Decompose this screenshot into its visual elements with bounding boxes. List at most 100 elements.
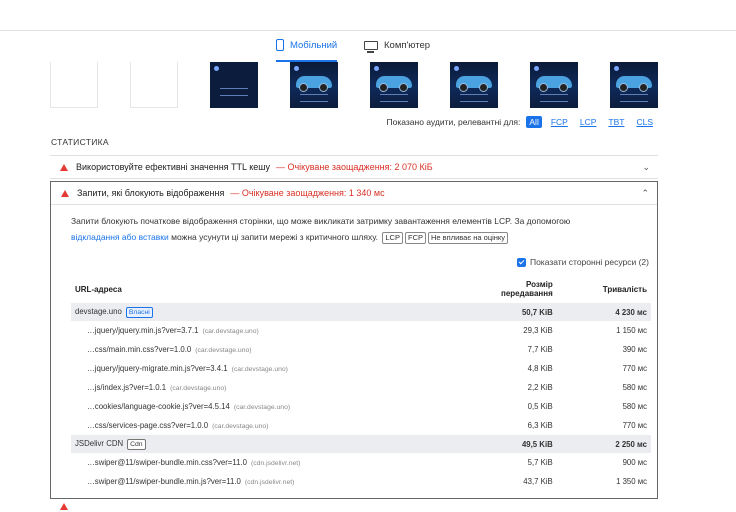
filter-fcp[interactable]: FCP	[548, 116, 571, 128]
col-duration: Тривалість	[602, 284, 647, 294]
filmstrip-frame	[450, 62, 498, 108]
group-duration: 4 230 мс	[556, 303, 651, 321]
table-row: …cookies/language-cookie.js?ver=4.5.14 (c…	[71, 397, 651, 416]
third-party-toggle[interactable]: Показати сторонні ресурси (2)	[516, 257, 649, 267]
table-row: …jquery/jquery.min.js?ver=3.7.1 (car.devs…	[71, 321, 651, 340]
tab-desktop[interactable]: Комп'ютер	[364, 30, 430, 60]
resource-duration: 770 мс	[622, 364, 647, 373]
audit-savings: — Очікуване заощадження: 2 070 КіБ	[275, 162, 433, 172]
audit-render-blocking: Запити, які блокують відображення — Очік…	[50, 181, 658, 499]
top-bar	[0, 0, 736, 31]
defer-inline-link[interactable]: відкладання або вставки	[71, 232, 169, 242]
filmstrip-frame	[210, 62, 258, 108]
resource-size: 2,2 KiB	[527, 383, 553, 392]
audit-title: Використовуйте ефективні значення TTL ке…	[76, 162, 270, 172]
warning-triangle-icon	[61, 189, 69, 197]
resource-host: (car.devstage.uno)	[231, 366, 288, 373]
resource-url[interactable]: …swiper@11/swiper-bundle.min.js?ver=11.0…	[71, 472, 449, 491]
resource-duration: 580 мс	[622, 402, 647, 411]
audit-cache-ttl[interactable]: Використовуйте ефективні значення TTL ке…	[50, 155, 658, 179]
resource-duration: 900 мс	[622, 458, 647, 467]
group-name: JSDelivr CDN Cdn	[71, 435, 449, 453]
desc-text: можна усунути ці запити мережі з критичн…	[171, 232, 379, 242]
chevron-up-icon[interactable]: ⌃	[641, 188, 649, 199]
resource-url[interactable]: …css/main.min.css?ver=1.0.0 (car.devstage…	[71, 340, 449, 359]
table-row: …swiper@11/swiper-bundle.min.js?ver=11.0…	[71, 472, 651, 491]
filter-lcp[interactable]: LCP	[577, 116, 600, 128]
resource-host: (car.devstage.uno)	[212, 423, 269, 430]
resource-url[interactable]: …cookies/language-cookie.js?ver=4.5.14 (c…	[71, 397, 449, 416]
group-size: 50,7 KiB	[449, 303, 557, 321]
resource-size: 4,8 KiB	[527, 364, 553, 373]
warning-triangle-icon	[60, 503, 68, 510]
filmstrip	[50, 62, 660, 108]
resource-duration: 580 мс	[622, 383, 647, 392]
section-title: СТАТИСТИКА	[51, 137, 109, 147]
group-name: devstage.uno Власні	[71, 303, 449, 321]
checkbox[interactable]	[516, 257, 526, 267]
resource-size: 0,5 KiB	[527, 402, 553, 411]
resource-url[interactable]: …css/services-page.css?ver=1.0.0 (car.dev…	[71, 416, 449, 435]
group-badge: Власні	[125, 306, 153, 318]
filmstrip-frame	[610, 62, 658, 108]
filter-cls[interactable]: CLS	[633, 116, 656, 128]
filmstrip-frame	[50, 62, 98, 108]
filmstrip-frame	[130, 62, 178, 108]
filmstrip-frame	[290, 62, 338, 108]
resource-size: 43,7 KiB	[523, 477, 553, 486]
filter-tbt[interactable]: TBT	[605, 116, 627, 128]
tab-mobile[interactable]: Мобільний	[276, 30, 338, 62]
resource-host: (cdn.jsdelivr.net)	[250, 460, 301, 467]
table-row: …css/main.min.css?ver=1.0.0 (car.devstage…	[71, 340, 651, 359]
resource-host: (car.devstage.uno)	[170, 385, 227, 392]
resource-url[interactable]: …js/index.js?ver=1.0.1 (car.devstage.uno)	[71, 378, 449, 397]
group-size: 49,5 KiB	[449, 435, 557, 453]
monitor-icon	[364, 40, 378, 53]
table-row: …swiper@11/swiper-bundle.min.css?ver=11.…	[71, 453, 651, 472]
phone-icon	[276, 39, 284, 51]
tab-mobile-label: Мобільний	[290, 39, 338, 51]
col-size: Розмір передавання	[501, 280, 553, 298]
device-tabs: Мобільний Комп'ютер	[0, 30, 736, 62]
table-row: …css/services-page.css?ver=1.0.0 (car.dev…	[71, 416, 651, 435]
resource-size: 29,3 KiB	[523, 326, 553, 335]
resource-size: 7,7 KiB	[527, 345, 553, 354]
tab-desktop-label: Комп'ютер	[384, 39, 431, 51]
audit-next-partial	[50, 502, 658, 512]
audit-filter: Показано аудити, релевантні для: All FCP…	[387, 116, 656, 128]
resource-host: (car.devstage.uno)	[195, 347, 252, 354]
group-badge: Cdn	[127, 438, 146, 450]
table-group-row: JSDelivr CDN Cdn 49,5 KiB 2 250 мс	[71, 435, 651, 453]
audit-header[interactable]: Запити, які блокують відображення — Очік…	[51, 182, 657, 205]
tag-fcp: FCP	[404, 232, 426, 244]
filter-all[interactable]: All	[526, 116, 542, 128]
filmstrip-frame	[370, 62, 418, 108]
filter-label: Показано аудити, релевантні для:	[386, 117, 521, 127]
table-row: …js/index.js?ver=1.0.1 (car.devstage.uno)…	[71, 378, 651, 397]
col-url: URL-адреса	[75, 284, 122, 294]
resource-duration: 1 150 мс	[616, 326, 647, 335]
resource-url[interactable]: …jquery/jquery.min.js?ver=3.7.1 (car.devs…	[71, 321, 449, 340]
resource-host: (car.devstage.uno)	[202, 328, 259, 335]
third-party-label: Показати сторонні ресурси (2)	[529, 257, 649, 267]
tag-lcp: LCP	[382, 232, 403, 244]
resource-url[interactable]: …jquery/jquery-migrate.min.js?ver=3.4.1(…	[71, 359, 449, 378]
filmstrip-frame	[530, 62, 578, 108]
audit-description: Запити блокують початкове відображення с…	[51, 205, 657, 245]
warning-triangle-icon	[60, 163, 68, 171]
resource-url[interactable]: …swiper@11/swiper-bundle.min.css?ver=11.…	[71, 453, 449, 472]
audit-savings: — Очікуване заощадження: 1 340 мс	[230, 188, 385, 198]
chevron-down-icon[interactable]: ⌄	[642, 162, 650, 173]
resource-host: (cdn.jsdelivr.net)	[244, 479, 295, 486]
resource-duration: 1 350 мс	[616, 477, 647, 486]
group-duration: 2 250 мс	[556, 435, 651, 453]
resource-table: URL-адреса Розмір передавання Тривалість …	[71, 275, 651, 491]
table-group-row: devstage.uno Власні 50,7 KiB 4 230 мс	[71, 303, 651, 321]
tag-no-score: Не впливає на оцінку	[427, 232, 509, 244]
resource-size: 6,3 KiB	[527, 421, 553, 430]
resource-duration: 770 мс	[622, 421, 647, 430]
audit-title: Запити, які блокують відображення	[77, 188, 225, 198]
resource-size: 5,7 KiB	[527, 458, 553, 467]
table-row: …jquery/jquery-migrate.min.js?ver=3.4.1(…	[71, 359, 651, 378]
resource-host: (car.devstage.uno)	[233, 404, 291, 411]
